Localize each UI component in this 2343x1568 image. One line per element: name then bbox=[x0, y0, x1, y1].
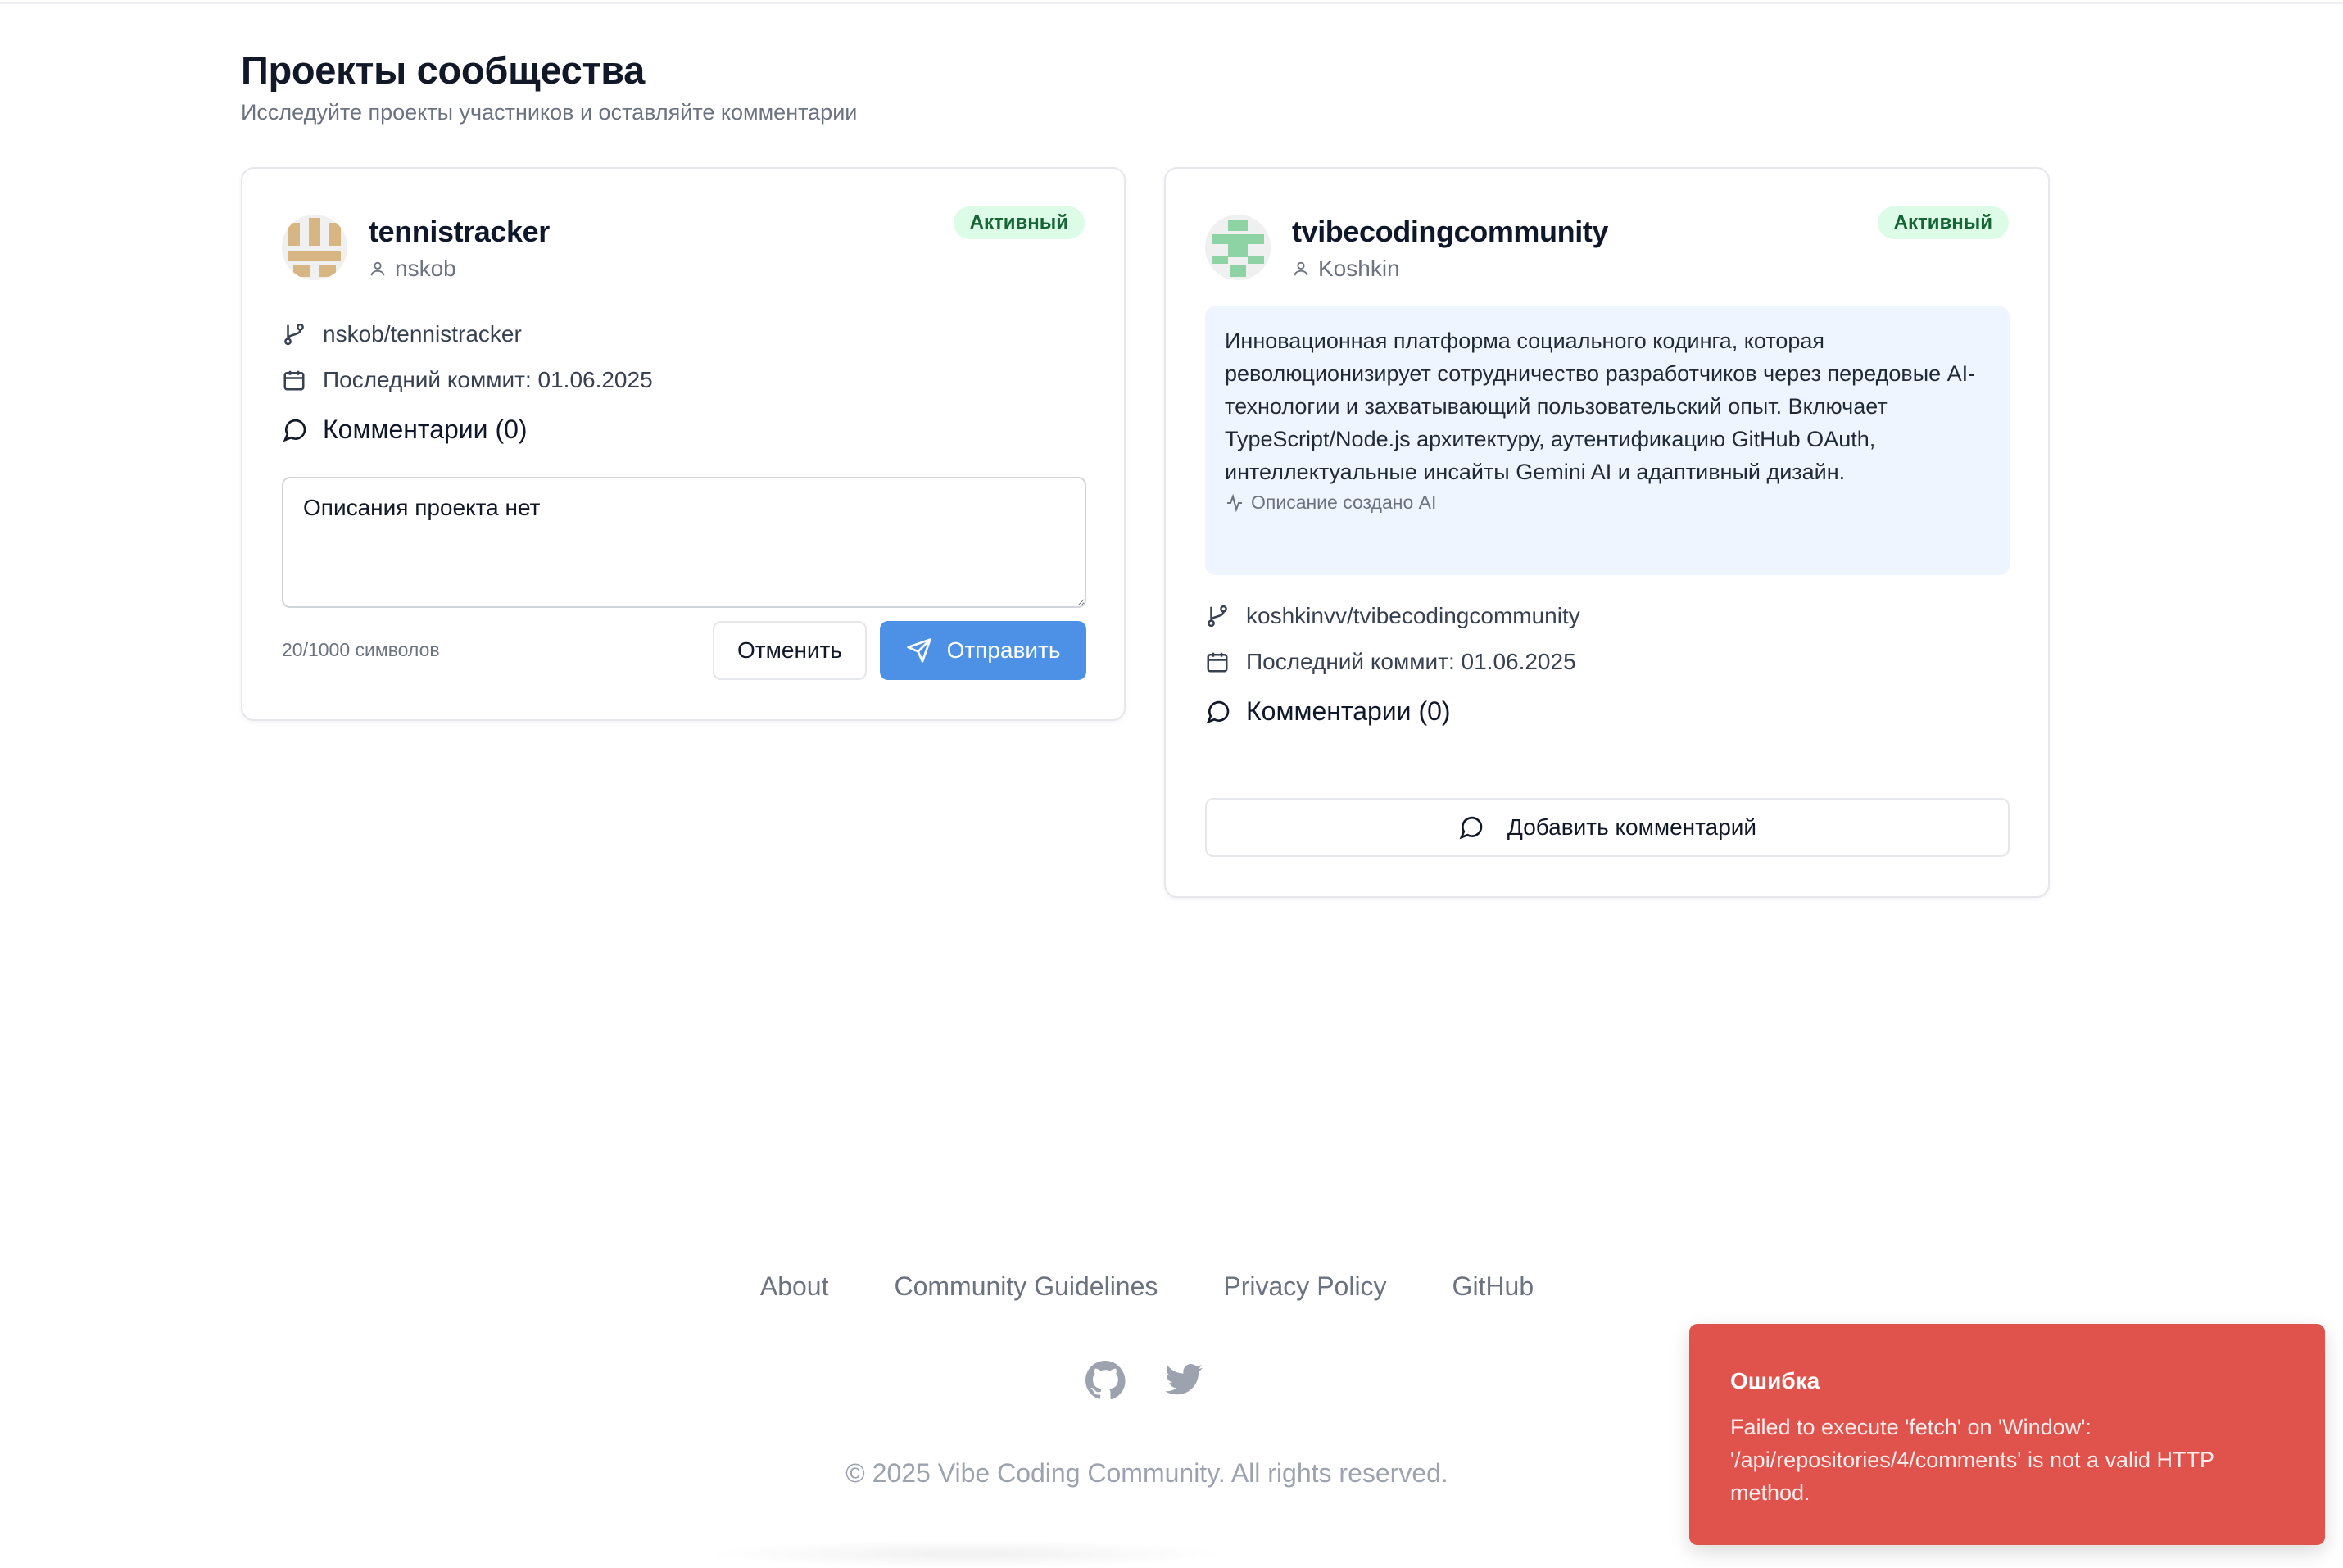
status-badge: Активный bbox=[953, 206, 1085, 239]
repo-link[interactable]: nskob/tennistracker bbox=[282, 321, 522, 347]
comments-title: Комментарии (0) bbox=[1246, 696, 1451, 726]
github-icon[interactable] bbox=[1085, 1360, 1126, 1401]
footer-links: About Community Guidelines Privacy Polic… bbox=[0, 1271, 2343, 1302]
comments-heading: Комментарии (0) bbox=[282, 415, 528, 445]
ai-note: Описание создано AI bbox=[1225, 492, 1990, 514]
twitter-icon[interactable] bbox=[1163, 1360, 1204, 1401]
git-branch-icon bbox=[284, 323, 304, 346]
repo-link[interactable]: koshkinvv/tvibecodingcommunity bbox=[1205, 603, 1580, 629]
last-commit: Последний коммит: 01.06.2025 bbox=[282, 367, 653, 393]
identicon-icon bbox=[1205, 215, 1271, 280]
author-name: nskob bbox=[395, 256, 456, 281]
avatar bbox=[282, 215, 347, 280]
add-comment-label: Добавить комментарий bbox=[1507, 814, 1757, 840]
user-icon bbox=[370, 261, 385, 276]
project-name[interactable]: tennistracker bbox=[369, 215, 550, 249]
error-toast[interactable]: Ошибка Failed to execute 'fetch' on 'Win… bbox=[1689, 1324, 2325, 1545]
last-commit-text: Последний коммит: 01.06.2025 bbox=[323, 367, 653, 392]
project-description: Инновационная платформа социального коди… bbox=[1205, 306, 2010, 575]
toast-message: Failed to execute 'fetch' on 'Window': '… bbox=[1730, 1415, 2214, 1505]
project-card: tvibecodingcommunity Koshkin Активный Ин… bbox=[1164, 167, 2050, 898]
comments-heading: Комментарии (0) bbox=[1205, 696, 1451, 727]
send-icon bbox=[906, 638, 931, 663]
repo-path: nskob/tennistracker bbox=[323, 321, 522, 347]
char-count: 20/1000 символов bbox=[282, 639, 440, 660]
message-circle-icon bbox=[283, 419, 306, 442]
footer-link-github[interactable]: GitHub bbox=[1452, 1271, 1534, 1302]
comments-title: Комментарии (0) bbox=[323, 415, 528, 444]
calendar-icon bbox=[283, 370, 305, 391]
project-author: Koshkin bbox=[1292, 256, 1400, 282]
message-circle-icon bbox=[1206, 700, 1230, 723]
footer-link-guidelines[interactable]: Community Guidelines bbox=[894, 1271, 1158, 1302]
calendar-icon bbox=[1207, 652, 1228, 673]
social-icons bbox=[1085, 1360, 1204, 1401]
add-comment-button[interactable]: Добавить комментарий bbox=[1205, 798, 2010, 857]
author-name: Koshkin bbox=[1318, 256, 1400, 281]
footer-link-about[interactable]: About bbox=[760, 1271, 829, 1302]
ai-note-text: Описание создано AI bbox=[1251, 492, 1437, 513]
message-circle-icon bbox=[1459, 816, 1483, 840]
cancel-button[interactable]: Отменить bbox=[713, 621, 867, 680]
bottom-shadow bbox=[705, 1540, 1229, 1568]
identicon-icon bbox=[282, 215, 347, 280]
footer-link-privacy[interactable]: Privacy Policy bbox=[1223, 1271, 1386, 1302]
page-title: Проекты сообщества bbox=[241, 48, 646, 92]
description-text: Инновационная платформа социального коди… bbox=[1225, 329, 1976, 484]
project-card: tennistracker nskob Активный nskob/tenni… bbox=[241, 167, 1126, 721]
comment-input[interactable] bbox=[282, 477, 1086, 608]
top-divider bbox=[0, 0, 2343, 4]
activity-icon bbox=[1227, 493, 1242, 512]
status-badge: Активный bbox=[1877, 206, 2009, 239]
last-commit-text: Последний коммит: 01.06.2025 bbox=[1246, 649, 1576, 674]
avatar bbox=[1205, 215, 1271, 280]
toast-title: Ошибка bbox=[1730, 1368, 1820, 1394]
project-author: nskob bbox=[369, 256, 456, 282]
send-button[interactable]: Отправить bbox=[880, 621, 1086, 680]
page-subtitle: Исследуйте проекты участников и оставляй… bbox=[241, 100, 858, 125]
last-commit: Последний коммит: 01.06.2025 bbox=[1205, 649, 1576, 675]
project-name[interactable]: tvibecodingcommunity bbox=[1292, 215, 1608, 249]
git-branch-icon bbox=[1208, 605, 1227, 628]
user-icon bbox=[1294, 261, 1308, 276]
repo-path: koshkinvv/tvibecodingcommunity bbox=[1246, 603, 1580, 628]
send-label: Отправить bbox=[946, 637, 1061, 663]
cancel-label: Отменить bbox=[737, 637, 842, 663]
